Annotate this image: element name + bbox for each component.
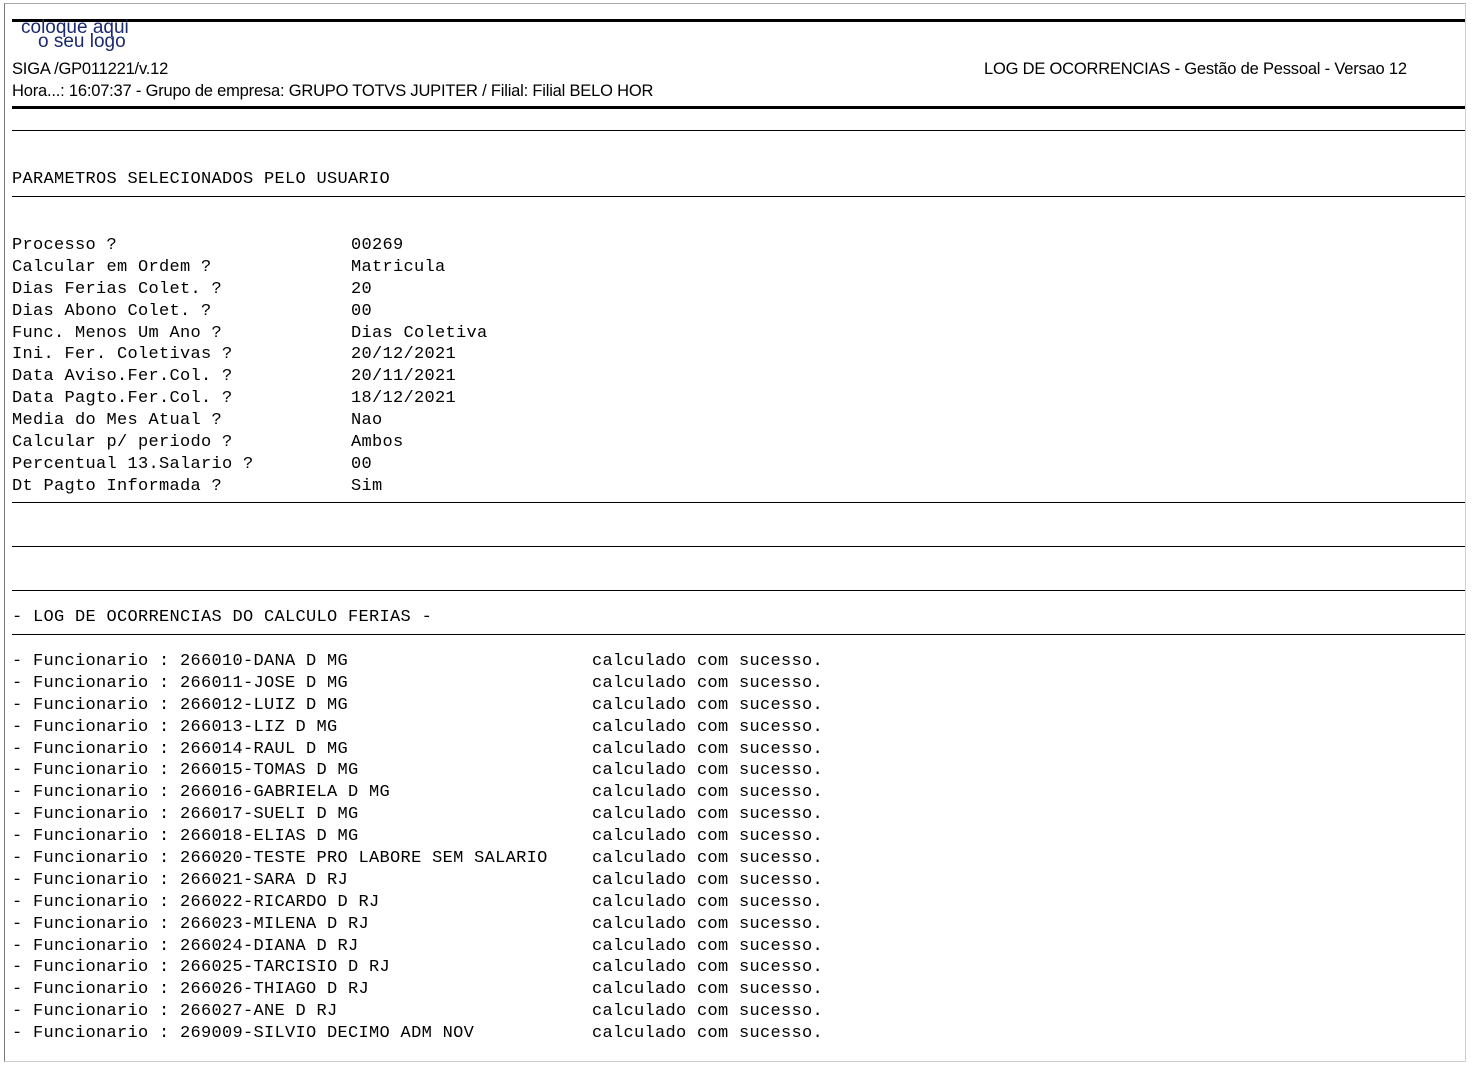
param-label: Media do Mes Atual ? bbox=[12, 411, 223, 431]
divider-4 bbox=[12, 546, 1465, 547]
report-info: Hora...: 16:07:37 - Grupo de empresa: GR… bbox=[12, 82, 654, 100]
log-status: calculado com sucesso. bbox=[592, 717, 824, 737]
log-status: calculado com sucesso. bbox=[592, 958, 824, 978]
log-employee: - Funcionario : 266017-SUELI D MG bbox=[12, 805, 359, 825]
log-employee: - Funcionario : 266011-JOSE D MG bbox=[12, 673, 349, 693]
param-label: Percentual 13.Salario ? bbox=[12, 454, 254, 474]
log-status: calculado com sucesso. bbox=[592, 980, 824, 1000]
log-status: calculado com sucesso. bbox=[592, 870, 824, 890]
log-status: calculado com sucesso. bbox=[592, 739, 824, 759]
log-employee: - Funcionario : 266014-RAUL D MG bbox=[12, 739, 349, 759]
param-value: 00269 bbox=[351, 236, 404, 255]
param-label: Dt Pagto Informada ? bbox=[12, 476, 223, 496]
divider-6 bbox=[12, 634, 1465, 635]
log-employee: - Funcionario : 266024-DIANA D RJ bbox=[12, 936, 359, 956]
param-value: 20/11/2021 bbox=[351, 367, 457, 387]
log-section-title: - LOG DE OCORRENCIAS DO CALCULO FERIAS - bbox=[12, 608, 433, 627]
log-employee: - Funcionario : 269009-SILVIO DECIMO ADM… bbox=[12, 1024, 475, 1044]
log-status: calculado com sucesso. bbox=[592, 936, 824, 956]
log-status: calculado com sucesso. bbox=[592, 849, 824, 869]
param-label: Calcular p/ periodo ? bbox=[12, 433, 233, 453]
log-employee: - Funcionario : 266010-DANA D MG bbox=[12, 652, 349, 671]
log-employee: - Funcionario : 266013-LIZ D MG bbox=[12, 717, 338, 737]
program-id: SIGA /GP011221/v.12 bbox=[12, 60, 169, 78]
param-label: Processo ? bbox=[12, 236, 118, 255]
log-employee: - Funcionario : 266012-LUIZ D MG bbox=[12, 695, 349, 715]
param-value: Sim bbox=[351, 476, 383, 496]
log-employee: - Funcionario : 266027-ANE D RJ bbox=[12, 1002, 338, 1022]
divider-5 bbox=[12, 590, 1465, 591]
param-label: Data Pagto.Fer.Col. ? bbox=[12, 389, 233, 409]
divider-3 bbox=[12, 502, 1465, 503]
param-label: Ini. Fer. Coletivas ? bbox=[12, 345, 233, 365]
log-status: calculado com sucesso. bbox=[592, 761, 824, 781]
log-status: calculado com sucesso. bbox=[592, 892, 824, 912]
divider-2 bbox=[12, 196, 1465, 197]
company-logo: coloque aqui o seu logo bbox=[21, 18, 129, 52]
param-value: Ambos bbox=[351, 433, 404, 453]
param-value: 20 bbox=[351, 279, 373, 299]
logo-line-2: o seu logo bbox=[38, 31, 126, 52]
log-employee: - Funcionario : 266015-TOMAS D MG bbox=[12, 761, 359, 781]
param-value: 00 bbox=[351, 301, 373, 321]
param-value: 00 bbox=[351, 454, 373, 474]
report-title: LOG DE OCORRENCIAS - Gestão de Pessoal -… bbox=[984, 60, 1407, 78]
param-value: Nao bbox=[351, 411, 383, 431]
param-value: Matricula bbox=[351, 257, 446, 277]
top-rule bbox=[12, 19, 1465, 22]
log-status: calculado com sucesso. bbox=[592, 783, 824, 803]
log-employee: - Funcionario : 266016-GABRIELA D MG bbox=[12, 783, 391, 803]
log-status: calculado com sucesso. bbox=[592, 652, 824, 671]
log-employee: - Funcionario : 266025-TARCISIO D RJ bbox=[12, 958, 391, 978]
log-status: calculado com sucesso. bbox=[592, 914, 824, 934]
log-employee: - Funcionario : 266020-TESTE PRO LABORE … bbox=[12, 849, 548, 869]
log-status: calculado com sucesso. bbox=[592, 673, 824, 693]
log-status: calculado com sucesso. bbox=[592, 805, 824, 825]
log-employee: - Funcionario : 266023-MILENA D RJ bbox=[12, 914, 370, 934]
param-label: Data Aviso.Fer.Col. ? bbox=[12, 367, 233, 387]
param-value: 20/12/2021 bbox=[351, 345, 457, 365]
log-status: calculado com sucesso. bbox=[592, 695, 824, 715]
log-employee: - Funcionario : 266026-THIAGO D RJ bbox=[12, 980, 370, 1000]
header-bottom-rule bbox=[12, 106, 1465, 109]
param-label: Calcular em Ordem ? bbox=[12, 257, 212, 277]
param-label: Dias Ferias Colet. ? bbox=[12, 279, 223, 299]
log-employee: - Funcionario : 266018-ELIAS D MG bbox=[12, 827, 359, 847]
log-status: calculado com sucesso. bbox=[592, 1024, 824, 1044]
param-label: Func. Menos Um Ano ? bbox=[12, 323, 223, 343]
param-label: Dias Abono Colet. ? bbox=[12, 301, 212, 321]
log-employee: - Funcionario : 266022-RICARDO D RJ bbox=[12, 892, 380, 912]
param-value: 18/12/2021 bbox=[351, 389, 457, 409]
log-status: calculado com sucesso. bbox=[592, 1002, 824, 1022]
divider-1 bbox=[12, 130, 1465, 131]
log-employee: - Funcionario : 266021-SARA D RJ bbox=[12, 870, 349, 890]
log-status: calculado com sucesso. bbox=[592, 827, 824, 847]
params-section-title: PARAMETROS SELECIONADOS PELO USUARIO bbox=[12, 170, 391, 189]
report-page: coloque aqui o seu logo SIGA /GP011221/v… bbox=[4, 3, 1466, 1062]
param-value: Dias Coletiva bbox=[351, 323, 488, 343]
